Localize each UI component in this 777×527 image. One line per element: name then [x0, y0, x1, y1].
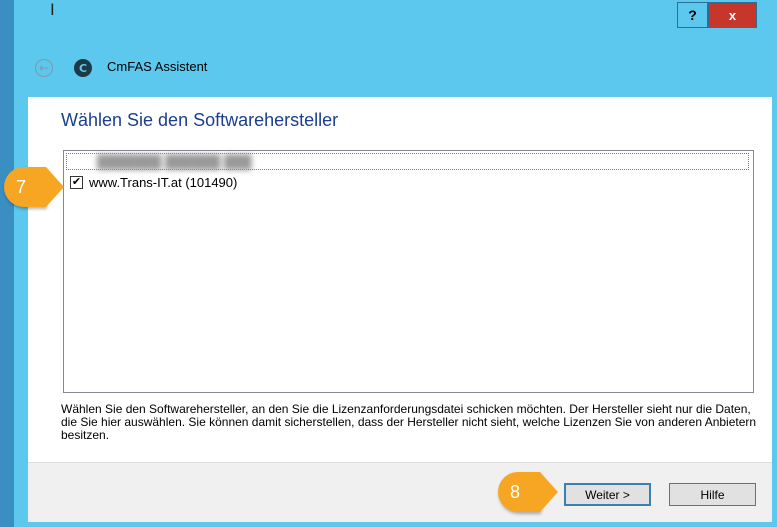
list-item-label: www.Trans-IT.at (101490)	[89, 175, 238, 190]
list-item-trans-it[interactable]: ✔ www.Trans-IT.at (101490)	[66, 174, 237, 191]
blurred-vendor-label: ███████ ██████ ███	[97, 154, 252, 169]
page-heading: Wählen Sie den Softwarehersteller	[61, 110, 339, 130]
navigation-bar: ← C CmFAS Assistent	[14, 50, 777, 86]
cmfas-logo-icon: C	[74, 59, 92, 77]
help-button[interactable]: Hilfe	[669, 483, 756, 506]
callout-badge-7: 7	[4, 167, 64, 207]
list-item-blurred[interactable]: ███████ ██████ ███	[66, 153, 749, 170]
vendor-listbox[interactable]: ███████ ██████ ███ ✔ www.Trans-IT.at (10…	[63, 150, 754, 393]
back-arrow-icon[interactable]: ←	[35, 59, 53, 77]
resize-cursor-icon: Ⅰ	[50, 0, 55, 19]
description-text: Wählen Sie den Softwarehersteller, an de…	[61, 402, 757, 442]
callout-badge-8: 8	[498, 472, 558, 512]
titlebar-help-button[interactable]: ?	[677, 2, 708, 28]
app-title: CmFAS Assistent	[107, 59, 208, 74]
next-button[interactable]: Weiter >	[564, 483, 651, 506]
wizard-content: Wählen Sie den Softwarehersteller ██████…	[28, 97, 772, 462]
checkbox-checked-icon[interactable]: ✔	[70, 176, 83, 189]
titlebar-close-button[interactable]: x	[708, 2, 757, 28]
window-left-edge	[0, 0, 14, 527]
wizard-footer: Weiter > Hilfe	[28, 462, 772, 522]
